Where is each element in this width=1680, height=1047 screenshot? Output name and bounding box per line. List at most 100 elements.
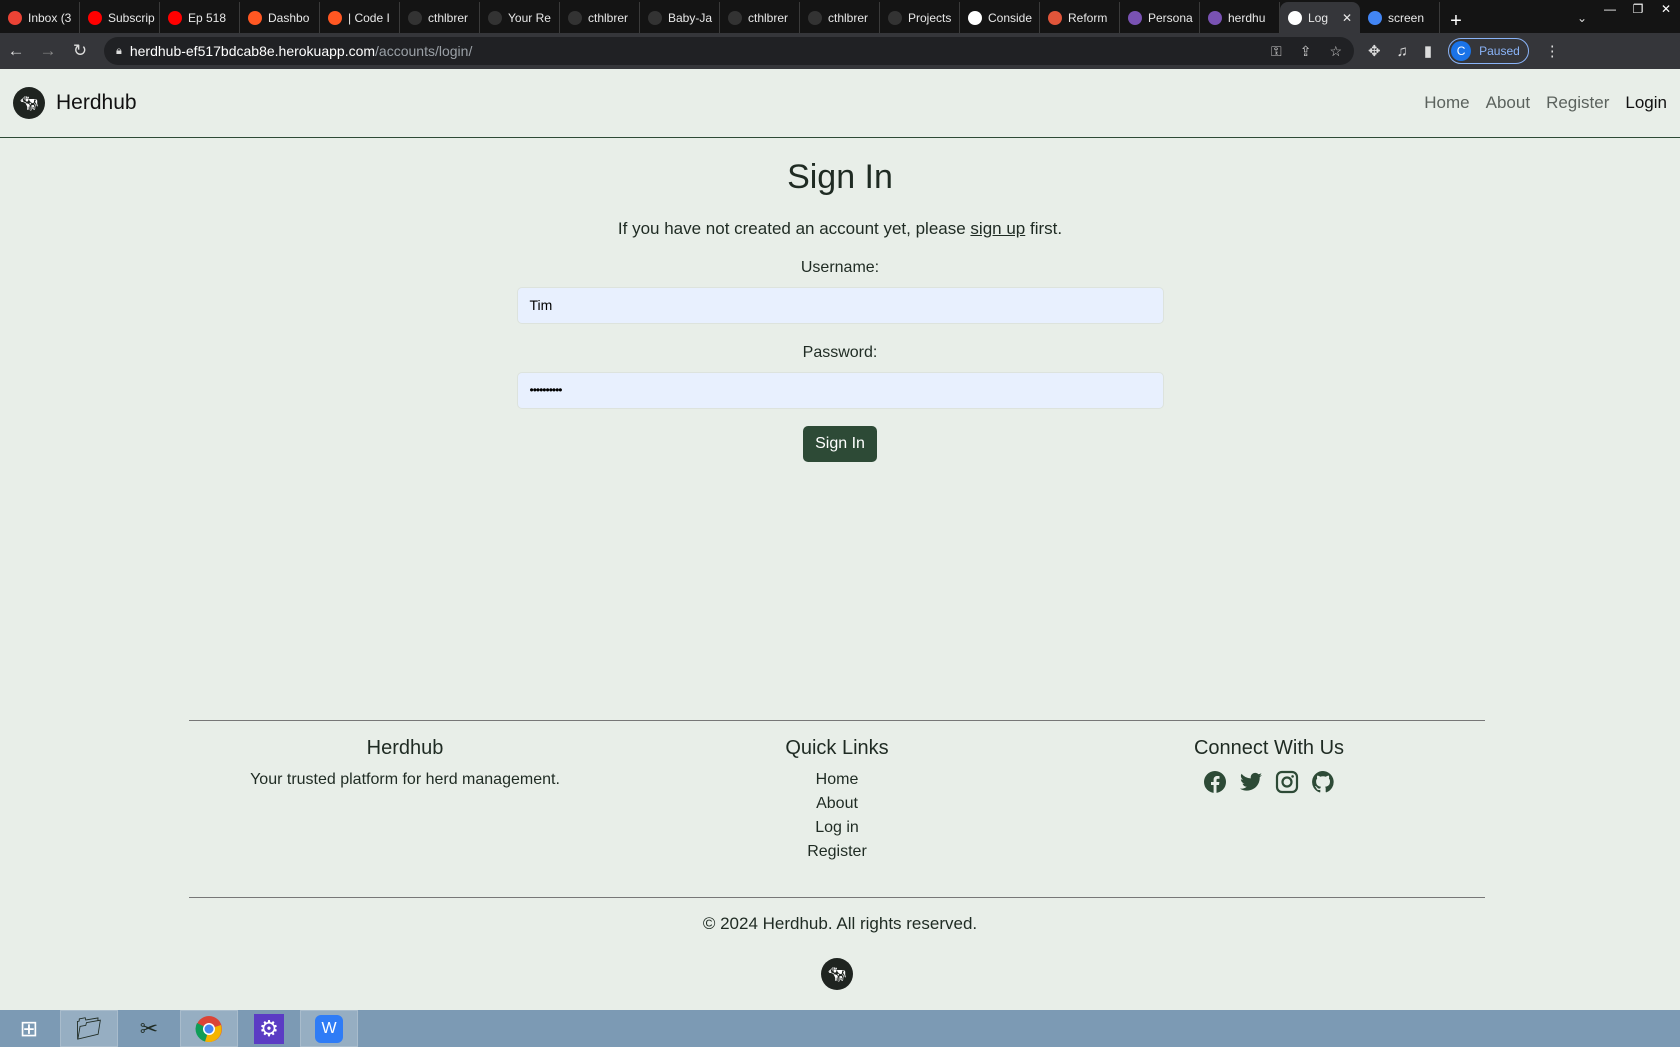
side-panel-icon[interactable]: ▮: [1424, 42, 1432, 60]
media-icon[interactable]: ♫: [1397, 43, 1408, 60]
windows-taskbar: ⊞ 📁︎ ✂ ⚙ W: [0, 1010, 1680, 1047]
browser-tab[interactable]: Reform: [1040, 2, 1120, 33]
tab-favicon-icon: [728, 10, 742, 25]
tab-label: cthlbrer: [748, 10, 789, 25]
browser-tab[interactable]: cthlbrer: [560, 2, 640, 33]
tab-favicon-icon: [1128, 10, 1142, 25]
cow-logo-icon[interactable]: 🐄︎: [13, 87, 45, 119]
sign-up-link[interactable]: sign up: [970, 219, 1025, 238]
sign-in-button[interactable]: Sign In: [803, 426, 877, 462]
browser-tab[interactable]: Persona: [1120, 2, 1200, 33]
tab-favicon-icon: [968, 10, 982, 25]
twitter-icon[interactable]: [1239, 770, 1263, 794]
tab-favicon-icon: [8, 10, 22, 25]
tab-favicon-icon: [88, 10, 102, 25]
tab-label: cthlbrer: [828, 10, 869, 25]
tab-favicon-icon: [1368, 10, 1382, 25]
github-icon[interactable]: [1311, 770, 1335, 794]
tab-label: Baby-Ja: [668, 10, 713, 25]
page-title: Sign In: [787, 158, 893, 196]
browser-tab[interactable]: Baby-Ja: [640, 2, 720, 33]
tab-label: Conside: [988, 10, 1033, 25]
facebook-icon[interactable]: [1203, 770, 1227, 794]
username-label: Username:: [800, 259, 880, 276]
forward-icon[interactable]: →: [32, 41, 64, 61]
nav-register[interactable]: Register: [1546, 93, 1609, 113]
footer-link-login[interactable]: Log in: [621, 816, 1053, 840]
profile-status: Paused: [1479, 44, 1520, 58]
new-tab-button[interactable]: +: [1440, 10, 1472, 33]
extensions-icon[interactable]: ✥: [1368, 42, 1381, 60]
password-input[interactable]: ••••••••••: [516, 372, 1164, 409]
reload-icon[interactable]: ↻: [64, 41, 96, 61]
address-bar-row: ← → ↻ 🔒︎ herdhub-ef517bdcab8e.herokuapp.…: [0, 33, 1680, 69]
browser-tab[interactable]: cthlbrer: [800, 2, 880, 33]
browser-tab[interactable]: cthlbrer: [400, 2, 480, 33]
settings-icon[interactable]: ⚙: [240, 1010, 298, 1047]
browser-tab[interactable]: cthlbrer: [720, 2, 800, 33]
password-label: Password:: [802, 344, 878, 361]
tab-search-chevron-icon[interactable]: ⌄: [1568, 9, 1596, 25]
url-input[interactable]: 🔒︎ herdhub-ef517bdcab8e.herokuapp.com/ac…: [104, 37, 1354, 65]
tab-label: Inbox (3: [28, 10, 72, 25]
intro-before: If you have not created an account yet, …: [617, 219, 971, 238]
tab-label: Subscrip: [108, 10, 155, 25]
footer-link-register[interactable]: Register: [621, 840, 1053, 864]
login-form: Sign In If you have not created an accou…: [0, 138, 1680, 462]
tab-label: Projects: [908, 10, 952, 25]
snipping-tool-icon[interactable]: ✂: [120, 1010, 178, 1047]
footer: Herdhub Your trusted platform for herd m…: [189, 720, 1485, 898]
restore-button[interactable]: ❐: [1624, 0, 1652, 16]
browser-tab[interactable]: Ep 518: [160, 2, 240, 33]
key-icon[interactable]: ⚿: [1271, 43, 1282, 60]
profile-button[interactable]: C Paused: [1448, 38, 1529, 64]
browser-tab[interactable]: Projects: [880, 2, 960, 33]
footer-link-about[interactable]: About: [621, 792, 1053, 816]
browser-tab[interactable]: Dashbo: [240, 2, 320, 33]
wps-office-icon[interactable]: W: [300, 1010, 358, 1047]
username-input[interactable]: Tim: [516, 287, 1164, 324]
lock-icon: 🔒︎: [116, 44, 122, 57]
tab-label: cthlbrer: [428, 10, 469, 25]
tab-favicon-icon: [488, 10, 502, 25]
menu-icon[interactable]: ⋮: [1545, 42, 1560, 60]
back-icon[interactable]: ←: [0, 41, 32, 61]
copyright: © 2024 Herdhub. All rights reserved.: [702, 914, 978, 933]
tab-favicon-icon: [808, 10, 822, 25]
tab-label: Persona: [1148, 10, 1193, 25]
tab-label: cthlbrer: [588, 10, 629, 25]
windows-start-icon[interactable]: ⊞: [0, 1010, 58, 1047]
tab-favicon-icon: [1048, 10, 1062, 25]
browser-tab[interactable]: Log ✕: [1280, 2, 1360, 33]
browser-tab-strip: Inbox (3 Subscrip Ep 518 Dashbo | Code I cthl…: [0, 0, 1680, 33]
tab-label: Log: [1308, 10, 1329, 25]
browser-tab[interactable]: Your Re: [480, 2, 560, 33]
tab-label: Reform: [1068, 10, 1108, 25]
nav-about[interactable]: About: [1486, 93, 1530, 113]
tab-label: screen: [1388, 10, 1425, 25]
star-icon[interactable]: ☆: [1329, 43, 1342, 60]
share-icon[interactable]: ⇪: [1300, 43, 1312, 60]
file-explorer-icon[interactable]: 📁︎: [60, 1010, 118, 1047]
tab-label: | Code I: [348, 10, 390, 25]
browser-tab[interactable]: Inbox (3: [0, 2, 80, 33]
browser-tab[interactable]: herdhu: [1200, 2, 1280, 33]
close-tab-icon[interactable]: ✕: [1342, 11, 1352, 25]
browser-tab[interactable]: Subscrip: [80, 2, 160, 33]
intro-text: If you have not created an account yet, …: [0, 219, 1680, 239]
nav-home[interactable]: Home: [1424, 93, 1469, 113]
footer-link-home[interactable]: Home: [621, 768, 1053, 792]
instagram-icon[interactable]: [1275, 770, 1299, 794]
nav-login[interactable]: Login: [1625, 93, 1667, 113]
minimize-button[interactable]: —: [1596, 0, 1624, 16]
brand-link[interactable]: Herdhub: [56, 91, 137, 115]
url-host: herdhub-ef517bdcab8e.herokuapp.com: [129, 43, 376, 59]
close-window-button[interactable]: ✕: [1652, 0, 1680, 16]
browser-tab[interactable]: screen: [1360, 2, 1440, 33]
url-path: /accounts/login/: [375, 43, 473, 59]
browser-tab[interactable]: Conside: [960, 2, 1040, 33]
chrome-icon[interactable]: [180, 1010, 238, 1047]
quick-links-title: Quick Links: [785, 737, 889, 759]
browser-tab[interactable]: | Code I: [320, 2, 400, 33]
tab-favicon-icon: [1208, 10, 1222, 25]
